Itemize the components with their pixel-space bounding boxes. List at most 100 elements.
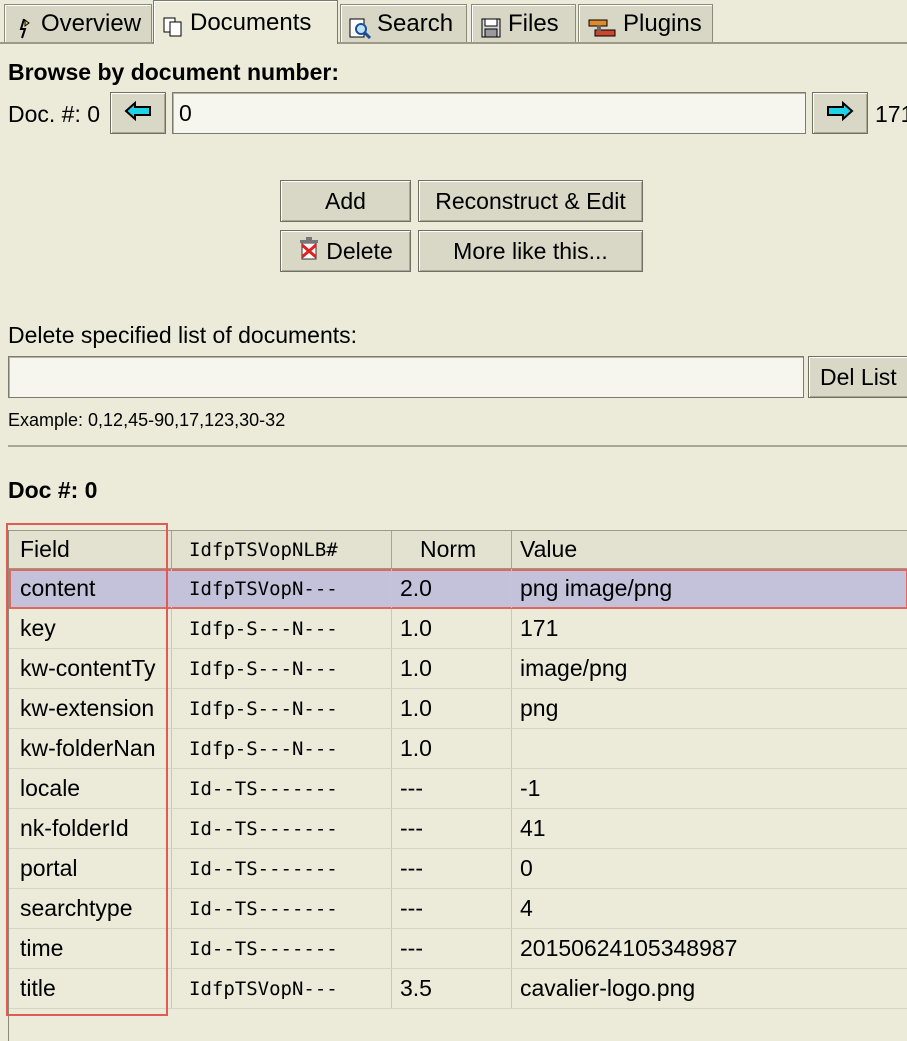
table-row[interactable]: portal Id--TS------- --- 0	[9, 849, 907, 889]
tab-label: Search	[377, 9, 454, 37]
field-cell: content	[11, 569, 172, 608]
browse-heading: Browse by document number:	[8, 59, 339, 85]
flags-cell: Idfp-S---N---	[172, 609, 392, 648]
flags-cell: Id--TS-------	[172, 889, 392, 928]
column-header-value[interactable]: Value	[512, 531, 907, 568]
left-arrow-icon	[124, 100, 152, 125]
value-cell: cavalier-logo.png	[520, 975, 696, 1001]
norm-cell: 1.0	[392, 609, 512, 648]
field-cell: kw-contentTy	[11, 649, 172, 688]
field-cell: kw-folderNan	[11, 729, 172, 768]
flags-cell: Idfp-S---N---	[172, 649, 392, 688]
tab-label: Plugins	[623, 9, 702, 37]
total-doc-count: 171	[875, 101, 907, 127]
field-cell: kw-extension	[11, 689, 172, 728]
flags-cell: IdfpTSVopN---	[172, 969, 392, 1008]
wizard-icon	[13, 13, 35, 38]
value-cell: -1	[520, 775, 541, 801]
del-list-button-label: Del List	[820, 363, 897, 390]
table-row[interactable]: content IdfpTSVopN--- 2.0 png image/png	[9, 569, 907, 609]
tab-overview[interactable]: Overview	[4, 4, 152, 42]
del-list-button[interactable]: Del List	[808, 356, 907, 398]
norm-cell: ---	[392, 769, 512, 808]
previous-doc-button[interactable]	[110, 92, 166, 134]
search-icon	[349, 13, 372, 39]
column-header-flags[interactable]: IdfpTSVopNLB#	[172, 531, 392, 568]
trash-icon	[298, 237, 320, 265]
tab-bar: Overview Documents Search Files Plugins	[0, 0, 907, 44]
tab-label: Files	[508, 9, 559, 37]
field-cell: portal	[11, 849, 172, 888]
tab-documents[interactable]: Documents	[153, 0, 338, 44]
flags-cell: Id--TS-------	[172, 929, 392, 968]
tab-plugins[interactable]: Plugins	[578, 4, 713, 42]
norm-cell: ---	[392, 809, 512, 848]
more-like-this-button[interactable]: More like this...	[418, 230, 643, 272]
norm-cell: 1.0	[392, 689, 512, 728]
field-cell: locale	[11, 769, 172, 808]
table-row[interactable]: time Id--TS------- --- 20150624105348987	[9, 929, 907, 969]
section-divider	[8, 445, 907, 447]
value-cell: 41	[520, 815, 546, 841]
value-cell: png image/png	[520, 575, 673, 601]
value-cell: png	[520, 695, 559, 721]
flags-cell: IdfpTSVopN---	[172, 569, 392, 608]
right-arrow-icon	[826, 100, 854, 125]
table-row[interactable]: nk-folderId Id--TS------- --- 41	[9, 809, 907, 849]
field-cell: nk-folderId	[11, 809, 172, 848]
next-doc-button[interactable]	[812, 92, 868, 134]
norm-cell: 1.0	[392, 729, 512, 768]
delete-button[interactable]: Delete	[280, 230, 411, 272]
tab-files[interactable]: Files	[471, 4, 576, 42]
flags-cell: Id--TS-------	[172, 849, 392, 888]
documents-icon	[162, 12, 184, 36]
value-cell: 20150624105348987	[520, 935, 738, 961]
delete-list-example: Example: 0,12,45-90,17,123,30-32	[8, 410, 286, 430]
tab-search[interactable]: Search	[340, 4, 467, 42]
flags-cell: Idfp-S---N---	[172, 689, 392, 728]
files-icon	[480, 13, 502, 37]
reconstruct-edit-button[interactable]: Reconstruct & Edit	[418, 180, 643, 222]
table-row[interactable]: kw-contentTy Idfp-S---N--- 1.0 image/png	[9, 649, 907, 689]
field-cell: title	[11, 969, 172, 1008]
flags-cell: Idfp-S---N---	[172, 729, 392, 768]
norm-cell: ---	[392, 849, 512, 888]
field-cell: searchtype	[11, 889, 172, 928]
doc-number-input[interactable]: 0	[172, 92, 806, 134]
doc-number-label: Doc. #: 0	[8, 101, 101, 127]
value-cell	[512, 729, 907, 768]
tab-label: Overview	[41, 9, 142, 37]
table-header: Field IdfpTSVopNLB# Norm Value	[9, 530, 907, 569]
norm-cell: ---	[392, 929, 512, 968]
column-header-field[interactable]: Field	[11, 531, 172, 568]
table-row[interactable]: locale Id--TS------- --- -1	[9, 769, 907, 809]
norm-cell: 3.5	[392, 969, 512, 1008]
delete-button-label: Delete	[326, 237, 393, 264]
column-header-norm[interactable]: Norm	[392, 531, 512, 568]
flags-cell: Id--TS-------	[172, 809, 392, 848]
field-cell: time	[11, 929, 172, 968]
norm-cell: ---	[392, 889, 512, 928]
table-row[interactable]: key Idfp-S---N--- 1.0 171	[9, 609, 907, 649]
doc-heading: Doc #: 0	[8, 477, 98, 503]
doc-number-input-value: 0	[179, 99, 192, 126]
add-button[interactable]: Add	[280, 180, 411, 222]
value-cell: 4	[520, 895, 533, 921]
table-row[interactable]: searchtype Id--TS------- --- 4	[9, 889, 907, 929]
delete-list-label: Delete specified list of documents:	[8, 322, 358, 348]
add-button-label: Add	[325, 187, 366, 214]
fields-table: Field IdfpTSVopNLB# Norm Value content I…	[8, 530, 907, 1041]
reconstruct-edit-label: Reconstruct & Edit	[435, 187, 626, 214]
norm-cell: 2.0	[392, 569, 512, 608]
norm-cell: 1.0	[392, 649, 512, 688]
value-cell: 171	[520, 615, 559, 641]
plugins-icon	[587, 13, 617, 36]
table-row[interactable]: kw-extension Idfp-S---N--- 1.0 png	[9, 689, 907, 729]
flags-cell: Id--TS-------	[172, 769, 392, 808]
more-like-this-label: More like this...	[453, 237, 608, 264]
table-row[interactable]: kw-folderNan Idfp-S---N--- 1.0	[9, 729, 907, 769]
delete-list-input[interactable]	[8, 356, 804, 398]
value-cell: 0	[520, 855, 533, 881]
field-cell: key	[11, 609, 172, 648]
table-row[interactable]: title IdfpTSVopN--- 3.5 cavalier-logo.pn…	[9, 969, 907, 1009]
